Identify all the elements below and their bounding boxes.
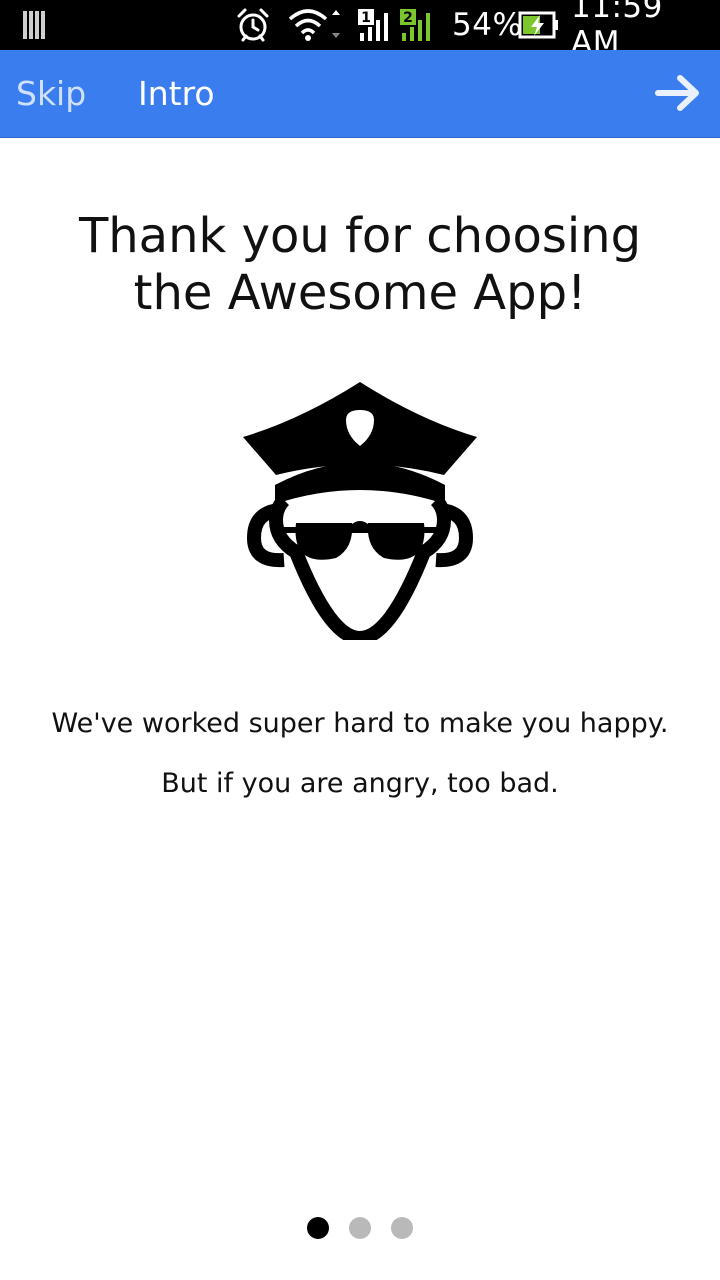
sim2-label: 2 xyxy=(403,10,413,26)
signal-sim2-icon: 2 xyxy=(398,0,436,50)
page-dot[interactable] xyxy=(391,1217,413,1239)
page-indicator xyxy=(0,1217,720,1241)
message-line-2: But if you are angry, too bad. xyxy=(161,768,559,799)
page-dot[interactable] xyxy=(307,1217,329,1239)
battery-percent: 54% xyxy=(452,7,523,43)
message-line-1: We've worked super hard to make you happ… xyxy=(51,708,669,739)
app-bar: Skip Intro xyxy=(0,50,720,138)
skip-button[interactable]: Skip xyxy=(16,50,86,137)
battery-charging-icon xyxy=(518,0,560,50)
clock: 11:59 AM xyxy=(571,0,663,61)
wifi-icon xyxy=(288,0,344,50)
arrow-right-icon xyxy=(655,75,699,111)
page-dot[interactable] xyxy=(349,1217,371,1239)
sim1-label: 1 xyxy=(361,10,371,26)
page-title: Thank you for choosing the Awesome App! xyxy=(78,208,642,321)
alarm-icon xyxy=(235,0,271,50)
app-bar-title: Intro xyxy=(138,74,215,113)
notification-bars-icon xyxy=(22,0,50,50)
police-officer-icon xyxy=(240,380,480,645)
signal-sim1-icon: 1 xyxy=(356,0,394,50)
status-bar: 1 2 54% 11:59 AM xyxy=(0,0,720,61)
next-button[interactable] xyxy=(654,68,704,118)
